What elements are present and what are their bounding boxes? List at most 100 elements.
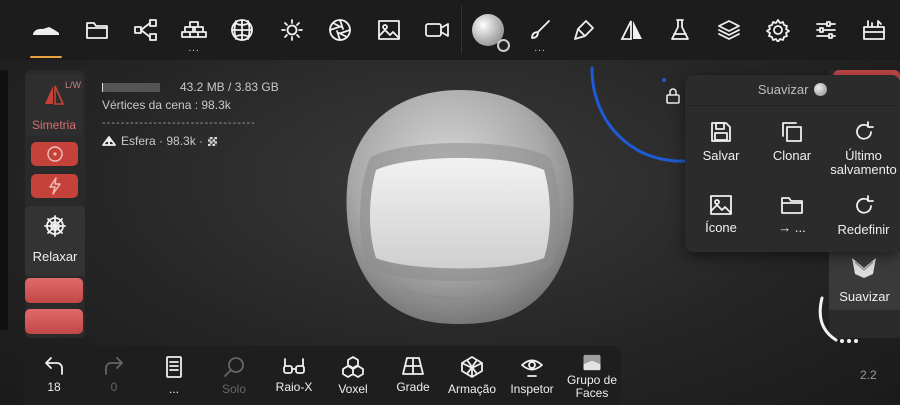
undo-button[interactable]: 18 — [24, 356, 84, 402]
target-icon — [46, 146, 63, 162]
image-icon — [710, 195, 732, 215]
eye-icon — [521, 359, 543, 377]
stroke-path-icon[interactable] — [814, 296, 864, 346]
smooth-popup-menu: Suavizar Salvar Clonar Último salvamento… — [685, 75, 900, 252]
gear-icon — [497, 39, 510, 52]
sun-icon[interactable] — [270, 8, 314, 52]
bricks-icon[interactable]: ... — [172, 8, 216, 54]
xray-button[interactable]: Raio-X — [264, 356, 324, 402]
inspector-button[interactable]: Inspetor — [502, 356, 562, 402]
top-toolbar: ... ... — [0, 0, 900, 60]
relax-tool-button[interactable]: Relaxar — [25, 206, 85, 276]
lock-icon[interactable] — [666, 88, 680, 104]
save-label: Salvar — [702, 148, 740, 163]
brush-icon[interactable]: ... — [518, 8, 562, 54]
popup-title: Suavizar — [685, 82, 900, 97]
aperture-icon[interactable] — [318, 8, 362, 52]
wireframe-label: Armação — [447, 382, 497, 396]
mesh-label: Esfera · 98.3k · — [121, 134, 204, 148]
scene-info: 43.2 MB / 3.83 GB Vértices da cena : 98.… — [102, 78, 279, 150]
brush-sphere-icon — [814, 83, 828, 96]
move-label: → ... — [778, 220, 806, 235]
mesh-entry[interactable]: Esfera · 98.3k · — [102, 132, 279, 150]
lightning-icon — [48, 177, 61, 195]
image-icon[interactable] — [367, 8, 411, 52]
layers-icon[interactable] — [707, 8, 751, 52]
symmetry-mode: L/W — [64, 80, 81, 90]
vertex-count: Vértices da cena : 98.3k — [102, 98, 231, 112]
dynamic-button[interactable] — [31, 174, 78, 198]
more-dots: ... — [188, 43, 200, 54]
sculpt-model[interactable] — [340, 88, 580, 326]
toolbar-divider — [461, 6, 462, 54]
save-button[interactable]: Salvar — [685, 121, 757, 183]
memory-text: 43.2 MB / 3.83 GB — [180, 80, 279, 94]
clone-button[interactable]: Clonar — [756, 121, 828, 183]
last-save-label: Último salvamento — [830, 148, 897, 177]
save-icon — [711, 122, 731, 142]
solo-button[interactable]: Solo — [204, 356, 264, 402]
reset-label: Redefinir — [837, 222, 890, 237]
redo-count: 0 — [110, 380, 118, 394]
clone-icon — [782, 122, 802, 142]
mesh-icon — [102, 136, 116, 146]
voxel-label: Voxel — [338, 382, 368, 396]
video-icon[interactable] — [415, 8, 459, 52]
face-group-icon — [583, 354, 601, 371]
face-group-label: Grupo de Faces — [566, 373, 618, 400]
voxel-button[interactable]: Voxel — [323, 356, 383, 402]
brush-sphere-icon[interactable] — [466, 8, 510, 52]
wireframe-icon — [461, 356, 483, 378]
symmetry-icon — [45, 85, 65, 105]
grid-button[interactable]: Grade — [383, 356, 443, 402]
brush-slot-button[interactable] — [25, 278, 83, 303]
clone-label: Clonar — [772, 148, 812, 163]
move-to-folder-button[interactable]: → ... — [756, 195, 828, 257]
redo-icon — [105, 357, 123, 375]
paint-tube-icon[interactable] — [562, 8, 606, 52]
symmetry-label: Simetria — [31, 118, 76, 132]
solo-label: Solo — [221, 382, 247, 396]
xray-label: Raio-X — [275, 380, 313, 394]
grid-label: Grade — [396, 380, 430, 394]
reset-button[interactable]: Redefinir — [827, 195, 900, 257]
toolbox-icon[interactable] — [852, 8, 896, 52]
memory-bar — [102, 82, 160, 92]
folder-icon — [781, 197, 803, 214]
last-save-button[interactable]: Último salvamento — [827, 121, 900, 183]
book-icon — [166, 356, 182, 378]
glasses-icon — [283, 358, 305, 374]
relax-label: Relaxar — [32, 249, 78, 264]
shoe-icon[interactable] — [24, 8, 68, 58]
inspector-label: Inspetor — [510, 382, 554, 396]
scene-list-button[interactable]: ... — [144, 356, 204, 402]
separator-line: ----------------------------------------… — [102, 117, 254, 129]
version-label: 2.2 — [860, 368, 877, 382]
undo-count: 18 — [47, 380, 61, 394]
left-edge — [0, 70, 8, 330]
more-dots: ... — [534, 43, 546, 54]
share-nodes-icon[interactable] — [124, 8, 168, 52]
sliders-icon[interactable] — [804, 8, 848, 52]
symmetry-button[interactable]: L/W Simetria — [25, 74, 83, 136]
flask-icon[interactable] — [658, 8, 702, 52]
radial-symmetry-button[interactable] — [31, 142, 78, 166]
symmetry-icon[interactable] — [610, 8, 654, 52]
brush-slot-button[interactable] — [25, 309, 83, 334]
checker-icon — [208, 136, 218, 146]
face-group-button[interactable]: Grupo de Faces — [562, 354, 622, 400]
web-icon — [44, 215, 66, 237]
gear-icon[interactable] — [756, 8, 800, 52]
folder-icon[interactable] — [75, 8, 119, 52]
popup-divider — [685, 105, 900, 106]
scene-list-label: ... — [168, 382, 179, 396]
reload-icon — [855, 195, 874, 214]
redo-button[interactable]: 0 — [84, 356, 144, 402]
mesh-sphere-icon[interactable] — [220, 8, 264, 52]
smooth-icon — [852, 258, 876, 278]
wireframe-button[interactable]: Armação — [442, 356, 502, 402]
thumbnail-button[interactable]: Ícone — [685, 195, 757, 257]
grid-icon — [402, 357, 424, 375]
undo-icon — [45, 357, 63, 375]
popup-title-text: Suavizar — [757, 82, 809, 97]
